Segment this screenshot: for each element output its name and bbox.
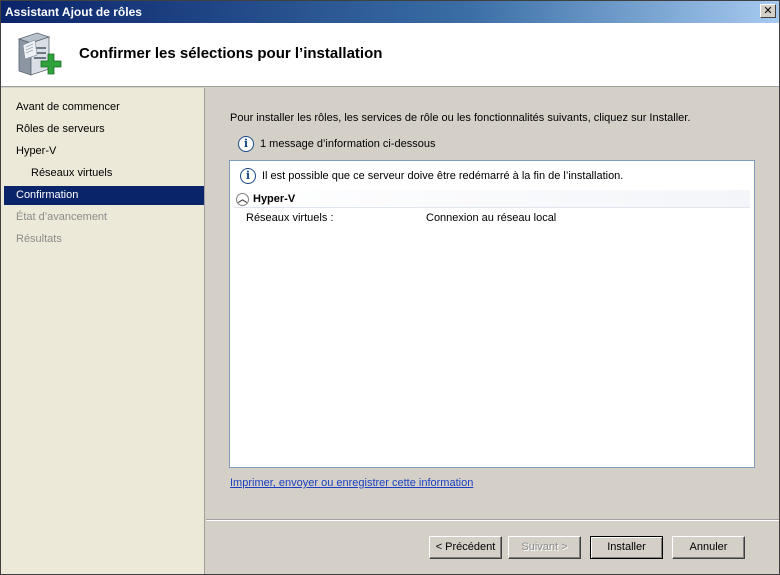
info-icon: i [238,136,254,153]
wizard-steps-sidebar: Avant de commencer Rôles de serveurs Hyp… [1,88,205,574]
sidebar-item-etat-avancement: État d’avancement [16,211,108,223]
restart-warning-text: Il est possible que ce serveur doive êtr… [262,170,624,182]
section-hyper-v[interactable]: ︿ Hyper-V [234,190,750,208]
restart-warning: i Il est possible que ce serveur doive êt… [240,167,623,185]
row-label: Réseaux virtuels : [246,212,334,224]
row-value: Connexion au réseau local [426,212,557,224]
sidebar-item-roles-de-serveurs[interactable]: Rôles de serveurs [4,120,204,139]
cancel-button[interactable]: Annuler [672,536,745,559]
title-bar: Assistant Ajout de rôles ✕ [1,1,779,23]
info-icon: i [240,168,256,185]
sidebar-item-hyper-v[interactable]: Hyper-V [4,142,204,161]
intro-text: Pour installer les rôles, les services d… [230,112,691,124]
chevron-up-icon[interactable]: ︿ [236,192,249,206]
page-title: Confirmer les sélections pour l’installa… [79,45,383,62]
next-button: Suivant > [508,536,581,559]
wizard-window: Assistant Ajout de rôles ✕ Confirmer les… [0,0,780,575]
sidebar-item-confirmation[interactable]: Confirmation [4,186,204,205]
header-banner: Confirmer les sélections pour l’installa… [1,23,779,87]
server-add-icon [17,32,62,76]
print-send-save-link[interactable]: Imprimer, envoyer ou enregistrer cette i… [230,477,473,489]
sidebar-item-reseaux-virtuels[interactable]: Réseaux virtuels [4,164,204,183]
install-button[interactable]: Installer [590,536,663,559]
section-title: Hyper-V [253,193,296,205]
sidebar-item-avant-de-commencer[interactable]: Avant de commencer [4,98,204,117]
close-icon: ✕ [763,4,773,17]
main-content: Pour installer les rôles, les services d… [206,88,779,520]
divider [206,520,779,521]
info-count-text: 1 message d’information ci-dessous [260,138,436,150]
previous-button[interactable]: < Précédent [429,536,502,559]
close-button[interactable]: ✕ [760,4,776,18]
window-title: Assistant Ajout de rôles [5,5,142,19]
sidebar-item-resultats: Résultats [16,233,62,245]
button-bar: < Précédent Suivant > Installer Annuler [206,519,779,574]
confirmation-panel[interactable]: i Il est possible que ce serveur doive êt… [229,160,755,468]
info-summary: i 1 message d’information ci-dessous [238,135,435,153]
